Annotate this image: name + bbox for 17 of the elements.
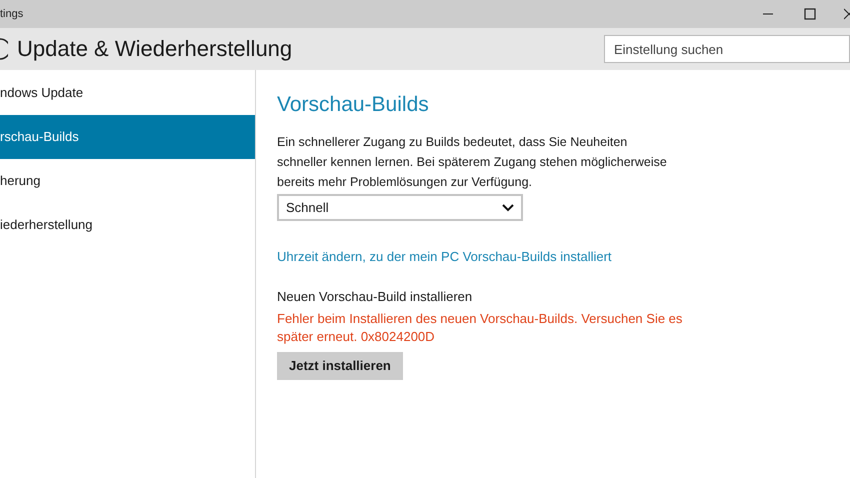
sidebar-item[interactable]: rschau-Builds: [0, 115, 255, 159]
window-title: tings: [0, 6, 24, 22]
sidebar-item[interactable]: ndows Update: [0, 71, 255, 115]
install-label: Neuen Vorschau-Build installieren: [277, 288, 472, 306]
sidebar-item[interactable]: herung: [0, 159, 255, 203]
close-icon[interactable]: [844, 8, 850, 20]
install-button[interactable]: Jetzt installieren: [277, 352, 403, 380]
sidebar-item[interactable]: iederherstellung: [0, 203, 255, 247]
maximize-icon[interactable]: [804, 8, 816, 20]
description-text: Ein schnellerer Zugang zu Builds bedeutet, dass Sie Neuheiten schneller kennen lernen. Bei späterem Zugang stehen möglicherweise bereits mehr Problemlösungen zur Verfügung.: [277, 134, 668, 191]
ring-dropdown[interactable]: Schnell: [277, 194, 523, 221]
search-field[interactable]: Einstellung suchen: [604, 35, 850, 63]
chevron-down-icon: [502, 204, 514, 212]
change-time-link[interactable]: Uhrzeit ändern, zu der mein PC Vorschau-Builds installiert: [277, 247, 612, 266]
page-title: Update & Wiederherstellung: [17, 38, 292, 60]
section-heading: Vorschau-Builds: [277, 94, 429, 115]
error-message: Fehler beim Installieren des neuen Vorschau-Builds. Versuchen Sie es später erneut. 0x8024200D: [277, 310, 684, 346]
